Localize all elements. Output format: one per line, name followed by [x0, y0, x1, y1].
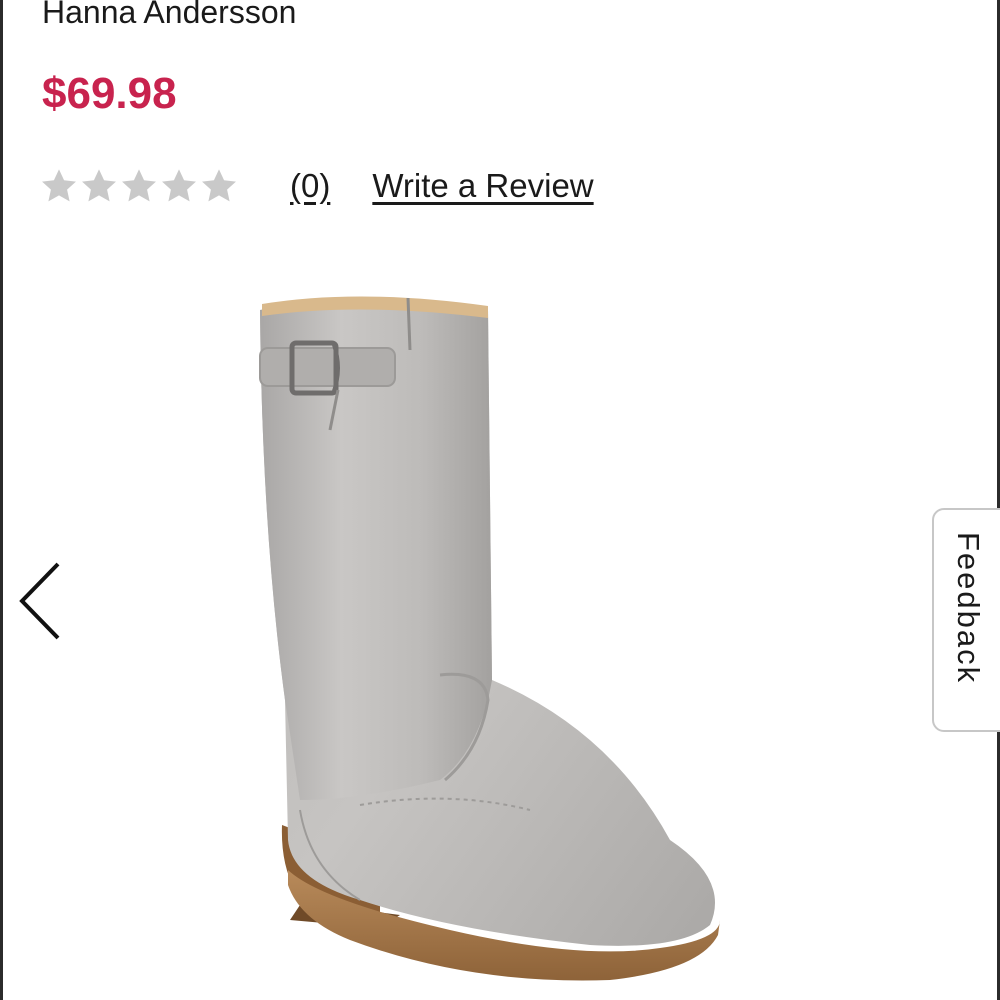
feedback-label[interactable]: Feedback	[946, 532, 986, 712]
star-icon	[42, 169, 76, 202]
rating-row: (0) Write a Review	[40, 158, 594, 214]
star-icon	[122, 169, 156, 202]
chevron-left-icon[interactable]	[14, 556, 70, 646]
gray-boot-image[interactable]	[230, 280, 750, 1000]
star-icon	[202, 169, 236, 202]
star-rating[interactable]	[40, 167, 238, 205]
star-icon	[82, 169, 116, 202]
write-review-link[interactable]: Write a Review	[372, 167, 593, 205]
star-icon	[162, 169, 196, 202]
review-count-link[interactable]: (0)	[290, 167, 330, 205]
viewport-border-left	[0, 0, 3, 1000]
product-price: $69.98	[42, 69, 177, 118]
brand-name[interactable]: Hanna Andersson	[42, 0, 296, 32]
